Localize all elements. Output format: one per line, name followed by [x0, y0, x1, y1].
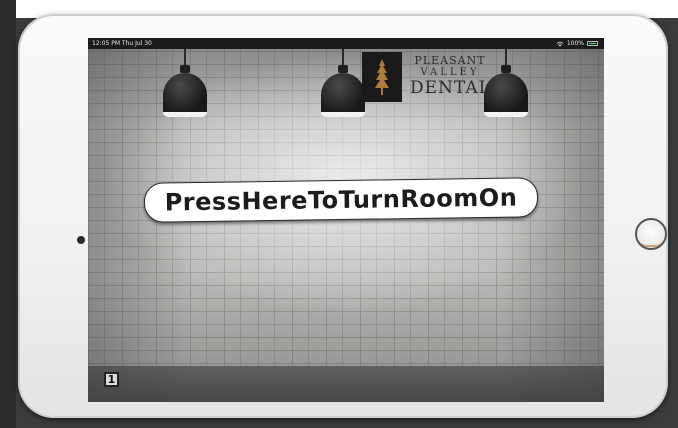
- turn-room-on-button[interactable]: PressHereToTurnRoomOn: [143, 177, 539, 223]
- lamp-cap: [180, 65, 190, 73]
- turn-room-on-label: PressHereToTurnRoomOn: [164, 183, 518, 217]
- status-bar: 12:05 PM Thu Jul 30 100%: [88, 38, 604, 49]
- lamp-rim: [484, 112, 528, 117]
- lamp-cap: [338, 65, 348, 73]
- lamp-cap: [501, 65, 511, 73]
- logo-mark: [362, 52, 402, 102]
- home-button[interactable]: [635, 218, 667, 250]
- battery-percent: 100%: [566, 40, 584, 47]
- lamp-rim: [163, 112, 207, 117]
- status-right: 100%: [556, 38, 598, 49]
- lamp-shade: [163, 73, 207, 115]
- app-screen: 12:05 PM Thu Jul 30 100% PLEASANT VALLEY…: [88, 38, 604, 402]
- battery-icon: [587, 41, 598, 46]
- lamp-rim: [321, 112, 365, 117]
- tree-icon: [375, 59, 389, 95]
- logo-line-pleasant: PLEASANT: [414, 54, 486, 67]
- practice-logo-text: PLEASANT VALLEY DENTAL: [410, 54, 490, 98]
- background-left: [0, 0, 16, 428]
- pendant-lamp-left: [163, 49, 207, 121]
- home-button-ring: [641, 241, 661, 247]
- logo-line-dental: DENTAL: [410, 78, 491, 98]
- front-camera: [77, 236, 85, 244]
- status-time: 12:05 PM Thu Jul 30: [92, 40, 152, 47]
- lamp-shade: [321, 73, 365, 115]
- wifi-icon: [556, 41, 564, 47]
- pendant-lamp-center: [321, 49, 365, 121]
- room-number-badge[interactable]: 1: [104, 372, 119, 387]
